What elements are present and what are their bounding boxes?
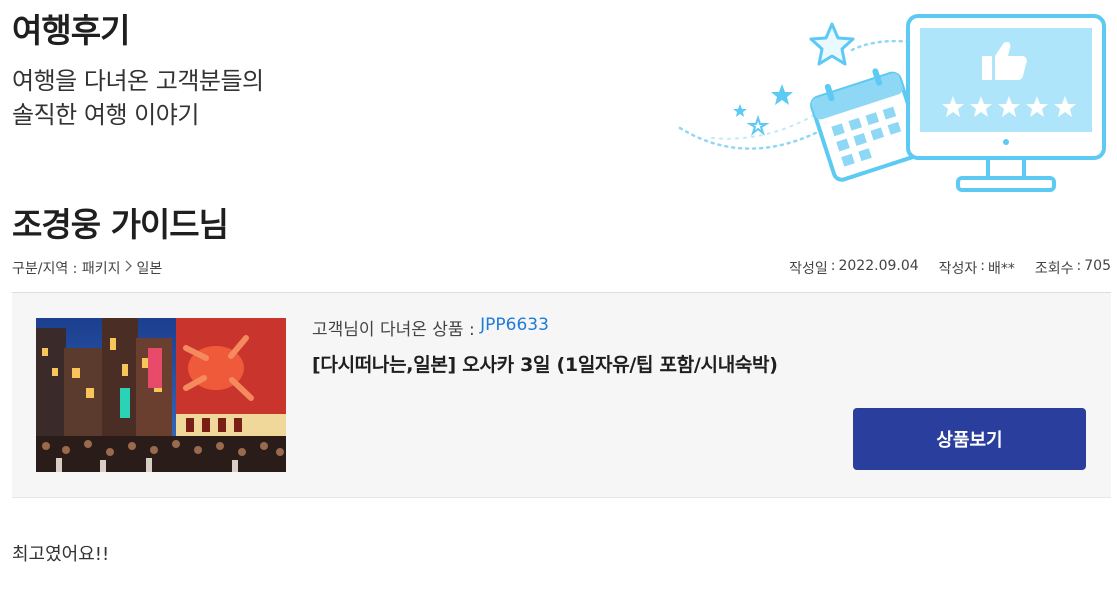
meta-info: 작성일:2022.09.04 작성자: 배** 조회수:705: [789, 258, 1111, 278]
product-info: 고객님이 다녀온 상품 : JPP6633 [다시떠나는,일본] 오사카 3일 …: [312, 315, 778, 377]
review-body: 최고였어요!!: [12, 544, 110, 565]
subtitle-line-2: 솔직한 여행 이야기: [12, 101, 199, 129]
product-code-line: 고객님이 다녀온 상품 : JPP6633: [312, 315, 778, 340]
meta-author: 작성자: 배**: [938, 258, 1015, 277]
review-meta: 구분/지역 : 패키지 일본 작성일:2022.09.04 작성자: 배** 조회…: [12, 258, 1111, 280]
monitor-icon: [906, 14, 1106, 192]
view-product-button[interactable]: 상품보기: [853, 408, 1086, 470]
breadcrumb-region: 일본: [136, 261, 163, 277]
author-label: 작성자: [938, 261, 978, 277]
breadcrumb-category: 구분/지역 : 패키지: [12, 261, 121, 277]
views-label: 조회수: [1034, 261, 1074, 277]
page-subtitle: 여행을 다녀온 고객분들의 솔직한 여행 이야기: [12, 64, 264, 132]
review-title: 조경웅 가이드님: [12, 205, 229, 244]
author-value: 배**: [988, 261, 1015, 277]
date-label: 작성일: [789, 261, 828, 277]
page-title: 여행후기: [12, 11, 130, 50]
subtitle-line-1: 여행을 다녀온 고객분들의: [12, 67, 264, 95]
star-icon: [809, 22, 855, 66]
product-name[interactable]: [다시떠나는,일본] 오사카 3일 (1일자유/팁 포함/시내숙박): [312, 350, 778, 377]
product-thumbnail[interactable]: [36, 318, 286, 472]
product-card: 고객님이 다녀온 상품 : JPP6633 [다시떠나는,일본] 오사카 3일 …: [12, 293, 1111, 498]
product-code-link[interactable]: JPP6633: [480, 315, 549, 340]
meta-date: 작성일:2022.09.04: [789, 258, 919, 277]
review-monitor-illustration: [672, 10, 1112, 200]
chevron-right-icon: [125, 260, 133, 276]
meta-views: 조회수:705: [1034, 258, 1111, 277]
product-code-label: 고객님이 다녀온 상품 :: [312, 320, 475, 340]
breadcrumb: 구분/지역 : 패키지 일본: [12, 258, 162, 278]
date-value: 2022.09.04: [838, 258, 919, 274]
views-value: 705: [1084, 258, 1111, 274]
